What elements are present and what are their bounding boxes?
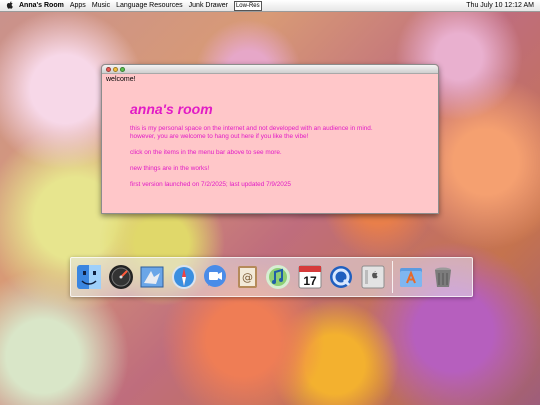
system-preferences-icon[interactable] bbox=[359, 263, 387, 291]
menu-junk-drawer[interactable]: Junk Drawer bbox=[189, 0, 228, 12]
safari-icon[interactable] bbox=[170, 263, 198, 291]
apple-menu-icon[interactable] bbox=[6, 1, 14, 10]
window-titlebar[interactable] bbox=[102, 65, 438, 74]
ical-icon[interactable]: 17 bbox=[296, 263, 324, 291]
address-book-icon[interactable]: @ bbox=[233, 263, 261, 291]
menu-hint-text: click on the items in the menu bar above… bbox=[130, 149, 282, 156]
welcome-window: welcome! anna's room this is my personal… bbox=[101, 64, 439, 214]
itunes-icon[interactable] bbox=[264, 263, 292, 291]
intro-line-2: however, you are welcome to hang out her… bbox=[130, 133, 309, 140]
intro-line-1: this is my personal space on the interne… bbox=[130, 125, 373, 132]
menu-apps[interactable]: Apps bbox=[70, 0, 86, 12]
calendar-day-label: 17 bbox=[303, 274, 317, 288]
zoom-button[interactable] bbox=[120, 66, 125, 72]
menu-music[interactable]: Music bbox=[92, 0, 110, 12]
dashboard-icon[interactable] bbox=[107, 263, 135, 291]
page-title: anna's room bbox=[130, 101, 213, 117]
dock-separator bbox=[392, 261, 393, 293]
window-content: anna's room this is my personal space on… bbox=[130, 101, 420, 189]
finder-icon[interactable] bbox=[75, 263, 103, 291]
quicktime-icon[interactable] bbox=[327, 263, 355, 291]
window-controls bbox=[106, 66, 125, 72]
minimize-button[interactable] bbox=[113, 66, 118, 72]
news-text: new things are in the works! bbox=[130, 165, 210, 172]
menu-language-resources[interactable]: Language Resources bbox=[116, 0, 183, 12]
ichat-icon[interactable] bbox=[201, 263, 229, 291]
mail-icon[interactable] bbox=[138, 263, 166, 291]
version-text: first version launched on 7/2/2025; last… bbox=[130, 181, 291, 188]
menu-clock[interactable]: Thu July 10 12:12 AM bbox=[466, 0, 534, 12]
dock: @ 17 bbox=[70, 257, 473, 297]
svg-text:@: @ bbox=[242, 271, 253, 284]
applications-folder-icon[interactable] bbox=[397, 263, 425, 291]
close-button[interactable] bbox=[106, 66, 111, 72]
low-res-toggle[interactable]: Low-Res bbox=[233, 0, 262, 11]
window-label: welcome! bbox=[106, 76, 136, 83]
menu-app-name[interactable]: Anna's Room bbox=[19, 0, 64, 12]
trash-icon[interactable] bbox=[429, 263, 457, 291]
menu-bar: Anna's Room Apps Music Language Resource… bbox=[0, 0, 540, 12]
